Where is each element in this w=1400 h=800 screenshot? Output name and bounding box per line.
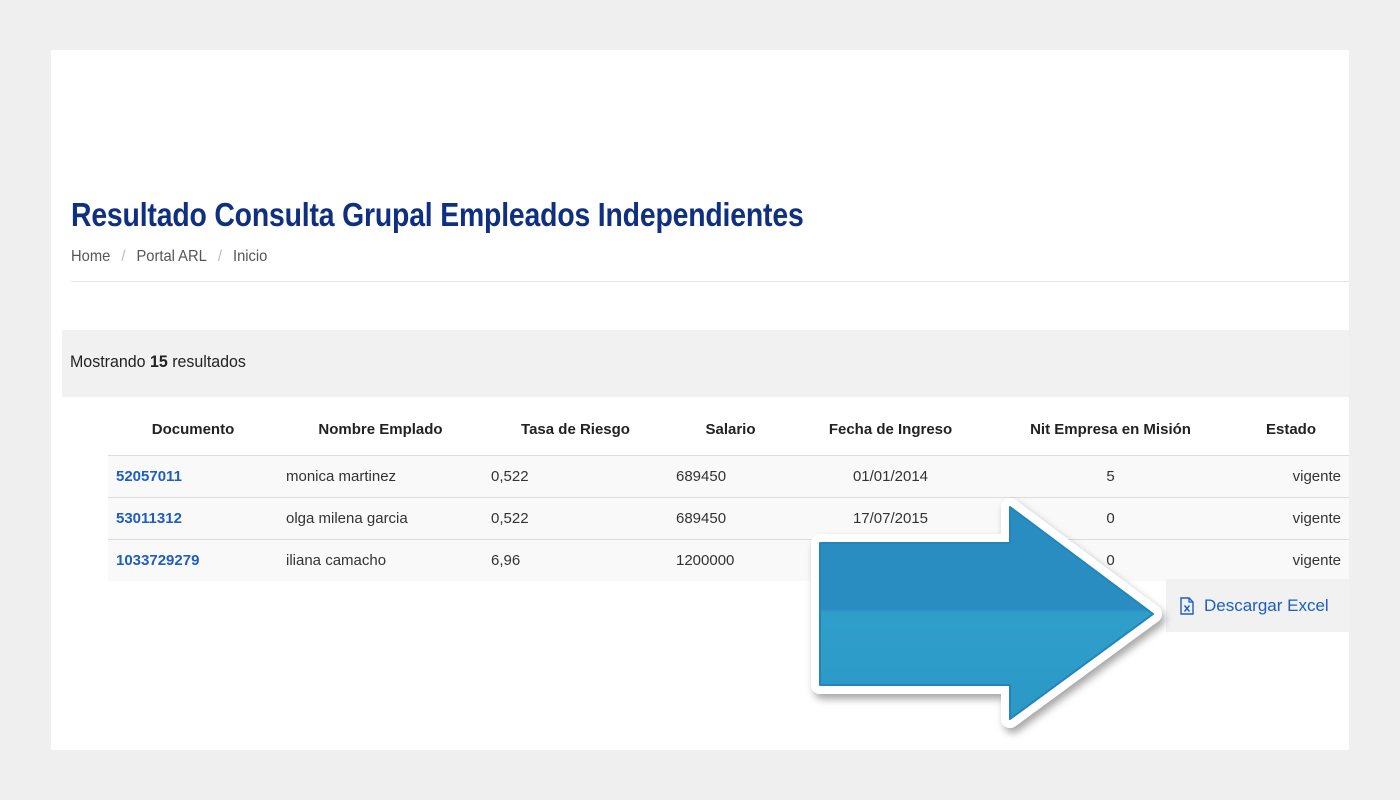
results-table-wrapper: Documento Nombre Emplado Tasa de Riesgo …	[108, 404, 1349, 581]
table-header-row: Documento Nombre Emplado Tasa de Riesgo …	[108, 404, 1349, 456]
column-header-documento[interactable]: Documento	[108, 404, 278, 456]
table-row: 52057011 monica martinez 0,522 689450 01…	[108, 455, 1349, 498]
download-excel-label: Descargar Excel	[1204, 595, 1329, 615]
breadcrumb-separator: /	[217, 248, 222, 265]
page-title: Resultado Consulta Grupal Empleados Inde…	[71, 196, 804, 233]
cell-salario: 1200000	[676, 552, 735, 569]
cell-estado: vigente	[1233, 455, 1349, 498]
download-excel-button[interactable]: Descargar Excel	[1180, 596, 1329, 616]
cell-nombre: olga milena garcia	[278, 497, 483, 540]
breadcrumb-separator: /	[121, 248, 126, 265]
cell-nit: 5	[988, 455, 1233, 498]
cell-nombre: iliana camacho	[286, 552, 387, 569]
cell-salario: 689450	[668, 455, 793, 498]
cell-tasa: 0,522	[483, 455, 668, 498]
results-count: 15	[149, 352, 168, 371]
results-suffix: resultados	[172, 352, 246, 371]
column-header-nit[interactable]: Nit Empresa en Misión	[988, 404, 1233, 456]
cell-estado: vigente	[1233, 497, 1349, 540]
breadcrumb: Home / Portal ARL / Inicio	[71, 248, 267, 266]
cell-fecha	[793, 540, 988, 582]
document-link[interactable]: 52057011	[116, 468, 182, 485]
column-header-fecha[interactable]: Fecha de Ingreso	[793, 404, 988, 456]
header-divider	[71, 281, 1349, 282]
cell-fecha: 17/07/2015	[793, 497, 988, 540]
cell-nit: 0	[1106, 552, 1115, 569]
results-summary: Mostrando 15 resultados	[70, 352, 246, 372]
breadcrumb-portal-arl[interactable]: Portal ARL	[136, 248, 206, 266]
document-link[interactable]: 1033729279	[116, 552, 199, 569]
breadcrumb-home[interactable]: Home	[71, 248, 110, 266]
column-header-nombre[interactable]: Nombre Emplado	[278, 404, 483, 456]
document-link[interactable]: 53011312	[116, 510, 182, 527]
results-summary-bar: Mostrando 15 resultados	[62, 330, 1349, 397]
table-row: 1033729279 iliana camacho 6,96 1200000 0…	[108, 539, 1349, 582]
excel-file-icon	[1180, 596, 1194, 615]
cell-tasa: 0,522	[483, 497, 668, 540]
column-header-tasa[interactable]: Tasa de Riesgo	[483, 404, 668, 456]
breadcrumb-inicio: Inicio	[232, 248, 268, 265]
column-header-estado[interactable]: Estado	[1233, 404, 1349, 456]
table-row: 53011312 olga milena garcia 0,522 689450…	[108, 497, 1349, 540]
cell-nombre: monica martinez	[278, 455, 483, 498]
excel-download-area: Descargar Excel	[1166, 579, 1349, 632]
results-prefix: Mostrando	[70, 352, 146, 371]
cell-estado: vigente	[1292, 552, 1341, 569]
cell-tasa: 6,96	[491, 552, 521, 569]
content-card: Resultado Consulta Grupal Empleados Inde…	[51, 50, 1349, 750]
cell-fecha: 01/01/2014	[793, 455, 988, 498]
cell-nit: 0	[988, 497, 1233, 540]
column-header-salario[interactable]: Salario	[668, 404, 793, 456]
results-table: Documento Nombre Emplado Tasa de Riesgo …	[108, 404, 1349, 581]
cell-salario: 689450	[668, 497, 793, 540]
